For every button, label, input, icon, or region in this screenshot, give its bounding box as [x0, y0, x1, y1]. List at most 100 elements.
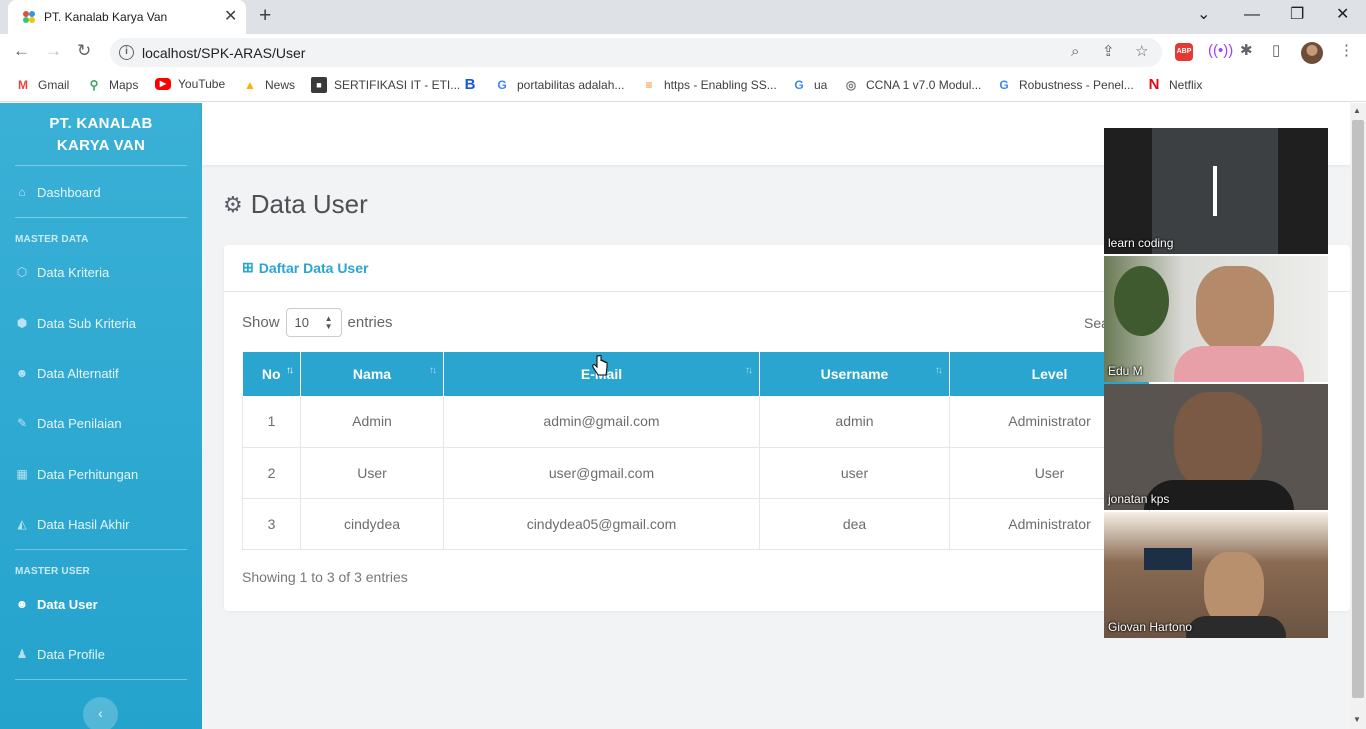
sidebar-item-label: Data Penilaian	[37, 415, 122, 431]
tv-shape	[1144, 548, 1192, 570]
sertifikasi-icon: ■	[311, 77, 327, 93]
page-title-text: Data User	[250, 189, 368, 219]
youtube-icon: ▶	[155, 78, 171, 90]
side-panel-icon[interactable]: ▯	[1272, 42, 1280, 60]
tab-close-icon[interactable]: ✕	[224, 8, 237, 26]
bookmark-ccna[interactable]: ◎ CCNA 1 v7.0 Modul...	[843, 77, 982, 93]
sidebar-item-data-penilaian[interactable]: ✎ Data Penilaian	[15, 411, 195, 435]
cast-extension-icon[interactable]: ((•))	[1208, 42, 1233, 60]
show-entries-control: Show 10 ▲ ▼ entries	[242, 308, 393, 337]
bookmark-youtube[interactable]: ▶ YouTube	[155, 77, 225, 91]
participant-name: jonatan kps	[1108, 492, 1170, 506]
column-header-username[interactable]: Username ↑↓	[759, 352, 950, 396]
reload-button[interactable]: ↻	[77, 41, 91, 61]
bookmark-maps[interactable]: ⚲ Maps	[86, 77, 139, 93]
bookmark-netflix[interactable]: N Netflix	[1146, 77, 1203, 93]
table-header-row: No↑↓ Nama↑↓ E-Mail↑↓ Username↑↓ Level	[242, 352, 1150, 396]
scroll-up-icon[interactable]: ▲	[1353, 106, 1361, 115]
video-tile-learn-coding[interactable]: learn coding	[1104, 128, 1328, 254]
sidebar-item-data-hasil-akhir[interactable]: ◭ Data Hasil Akhir	[15, 512, 195, 536]
cell-username: admin	[759, 396, 950, 448]
url-text[interactable]: localhost/SPK-ARAS/User	[142, 45, 305, 61]
scroll-thumb[interactable]	[1352, 120, 1364, 698]
table-row: 2 User user@gmail.com user User	[242, 447, 1150, 499]
video-tile-edu-m[interactable]: Edu M	[1104, 256, 1328, 382]
bookmark-label: portabilitas adalah...	[517, 78, 625, 92]
participant-name: Edu M	[1108, 364, 1143, 378]
forward-button[interactable]: →	[45, 41, 62, 61]
minimize-button[interactable]: —	[1244, 5, 1260, 25]
bookmark-ua[interactable]: Gua	[791, 77, 827, 93]
cursor-bar-shape	[1213, 166, 1217, 216]
tab-title: PT. Kanalab Karya Van	[44, 10, 168, 24]
bookmark-robustness[interactable]: G Robustness - Penel...	[996, 77, 1133, 93]
zoom-icon[interactable]: ⌕	[1071, 43, 1079, 61]
google-icon: G	[794, 78, 804, 92]
cell-email: cindydea05@gmail.com	[443, 498, 760, 550]
participant-name: Giovan Hartono	[1108, 620, 1193, 634]
share-icon[interactable]: ⇪	[1102, 43, 1115, 61]
sidebar-item-data-alternatif[interactable]: ☻ Data Alternatif	[15, 361, 195, 385]
bookmark-news[interactable]: ▲ News	[242, 77, 295, 93]
cell-no: 2	[242, 447, 301, 499]
column-header-no[interactable]: No ↑↓	[242, 352, 301, 396]
sidebar-item-data-sub-kriteria[interactable]: ⬢ Data Sub Kriteria	[15, 311, 195, 335]
column-header-label: Level	[1031, 366, 1068, 382]
chevron-left-icon: ‹	[98, 705, 103, 721]
sidebar-divider	[15, 165, 187, 166]
sidebar-item-data-user[interactable]: ☻ Data User	[15, 592, 195, 616]
column-header-label: Username	[820, 366, 889, 382]
sidebar-toggle-button[interactable]: ‹	[83, 697, 118, 729]
new-tab-button[interactable]: +	[259, 5, 271, 27]
profile-avatar[interactable]	[1301, 42, 1323, 64]
bookmark-gmail[interactable]: M Gmail	[15, 77, 69, 93]
tab-search-chevron-icon[interactable]: ⌄	[1197, 5, 1210, 25]
bookmark-portabilitas[interactable]: Gportabilitas adalah...	[494, 77, 624, 93]
table-icon: ⊞	[242, 259, 254, 275]
bookmark-label: ua	[814, 78, 828, 92]
sidebar-divider	[15, 217, 187, 218]
video-tile-jonatan-kps[interactable]: jonatan kps	[1104, 384, 1328, 510]
close-window-button[interactable]: ✕	[1336, 5, 1349, 25]
page-title: ⚙ Data User	[223, 189, 368, 220]
restore-button[interactable]: ❐	[1290, 5, 1304, 25]
entries-per-page-select[interactable]: 10 ▲ ▼	[285, 308, 342, 337]
person-face-shape	[1196, 266, 1274, 354]
sort-icon: ↑↓	[745, 365, 753, 376]
sidebar-item-dashboard[interactable]: ⌂ Dashboard	[15, 180, 195, 204]
bookmark-b[interactable]: B	[462, 77, 485, 93]
bookmark-label: https - Enabling SS...	[664, 78, 777, 92]
menu-kebab-icon[interactable]: ⋮	[1339, 42, 1354, 60]
cell-nama: Admin	[300, 396, 444, 448]
adblock-plus-icon[interactable]: ABP	[1175, 43, 1193, 61]
site-info-icon[interactable]: i	[119, 45, 134, 60]
video-tile-giovan-hartono[interactable]: Giovan Hartono	[1104, 512, 1328, 638]
bookmark-sertifikasi[interactable]: ■ SERTIFIKASI IT - ETI...	[311, 77, 460, 93]
sidebar-item-data-profile[interactable]: ♟ Data Profile	[15, 642, 195, 666]
sidebar-item-label: Data Profile	[37, 646, 105, 662]
column-header-label: No	[261, 366, 281, 382]
sidebar-item-data-perhitungan[interactable]: ▦ Data Perhitungan	[15, 462, 195, 486]
brand-logo-text[interactable]: PT. KANALAB KARYA VAN	[0, 113, 202, 157]
hand-cursor-icon	[592, 355, 608, 376]
users-icon: ☻	[15, 366, 29, 380]
bookmark-label: Netflix	[1169, 78, 1203, 92]
bookmark-star-icon[interactable]: ☆	[1135, 43, 1148, 61]
extensions-puzzle-icon[interactable]: ✱	[1240, 42, 1253, 60]
scroll-down-icon[interactable]: ▼	[1353, 715, 1361, 724]
page-scrollbar[interactable]: ▲ ▼	[1350, 103, 1366, 729]
sidebar-item-data-kriteria[interactable]: ⬡ Data Kriteria	[15, 260, 195, 284]
favicon-icon	[23, 11, 35, 23]
column-header-nama[interactable]: Nama ↑↓	[300, 352, 444, 396]
bookmark-enabling-ssl[interactable]: ≡ https - Enabling SS...	[641, 77, 777, 93]
address-bar[interactable]: i localhost/SPK-ARAS/User ⌕ ⇪ ☆	[110, 38, 1162, 67]
browser-tab-active[interactable]: PT. Kanalab Karya Van ✕	[8, 0, 246, 34]
back-button[interactable]: ←	[13, 41, 30, 61]
chart-area-icon: ◭	[17, 517, 27, 531]
bookmark-label: News	[265, 78, 296, 92]
users-table: No↑↓ Nama↑↓ E-Mail↑↓ Username↑↓ Level 1 …	[242, 352, 1150, 550]
user-icon: ♟	[16, 647, 28, 661]
bookmark-label: Gmail	[38, 78, 70, 92]
table-row: 3 cindydea cindydea05@gmail.com dea Admi…	[242, 498, 1150, 550]
google-icon: G	[497, 78, 507, 92]
